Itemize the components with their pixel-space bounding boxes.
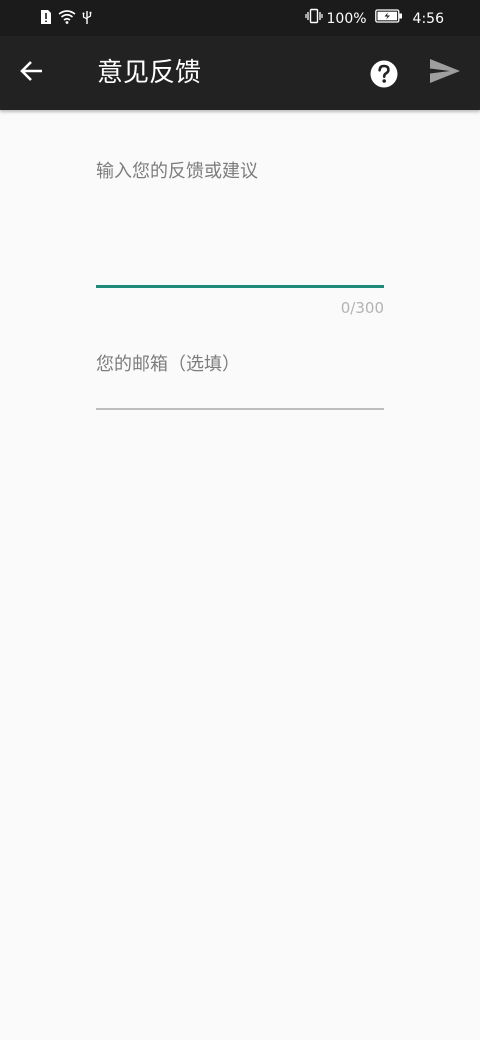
email-underline xyxy=(96,408,384,410)
status-right: 100% 4:56 xyxy=(304,8,444,30)
help-button[interactable] xyxy=(368,58,400,90)
feedback-underline xyxy=(96,285,384,288)
status-left-icons xyxy=(40,9,92,29)
sim-alert-icon xyxy=(40,9,52,29)
help-circle-icon xyxy=(368,60,400,94)
arrow-left-icon xyxy=(19,59,45,87)
usb-icon xyxy=(82,9,92,29)
page-title: 意见反馈 xyxy=(97,58,202,88)
back-button[interactable] xyxy=(14,55,50,91)
battery-charging-icon xyxy=(374,9,403,29)
wifi-icon xyxy=(58,9,76,29)
app-bar: 意见反馈 xyxy=(0,36,480,110)
vibrate-icon xyxy=(304,8,323,30)
email-input[interactable]: 您的邮箱（选填） xyxy=(96,342,384,412)
status-time: 4:56 xyxy=(412,11,444,27)
battery-percent: 100% xyxy=(326,11,367,27)
send-button[interactable] xyxy=(428,56,466,90)
email-placeholder: 您的邮箱（选填） xyxy=(96,354,240,375)
character-counter: 0/300 xyxy=(340,299,384,317)
send-icon xyxy=(428,59,462,90)
status-bar: 100% 4:56 xyxy=(0,0,480,36)
feedback-input[interactable]: 输入您的反馈或建议 xyxy=(96,150,384,288)
feedback-placeholder: 输入您的反馈或建议 xyxy=(96,161,258,182)
